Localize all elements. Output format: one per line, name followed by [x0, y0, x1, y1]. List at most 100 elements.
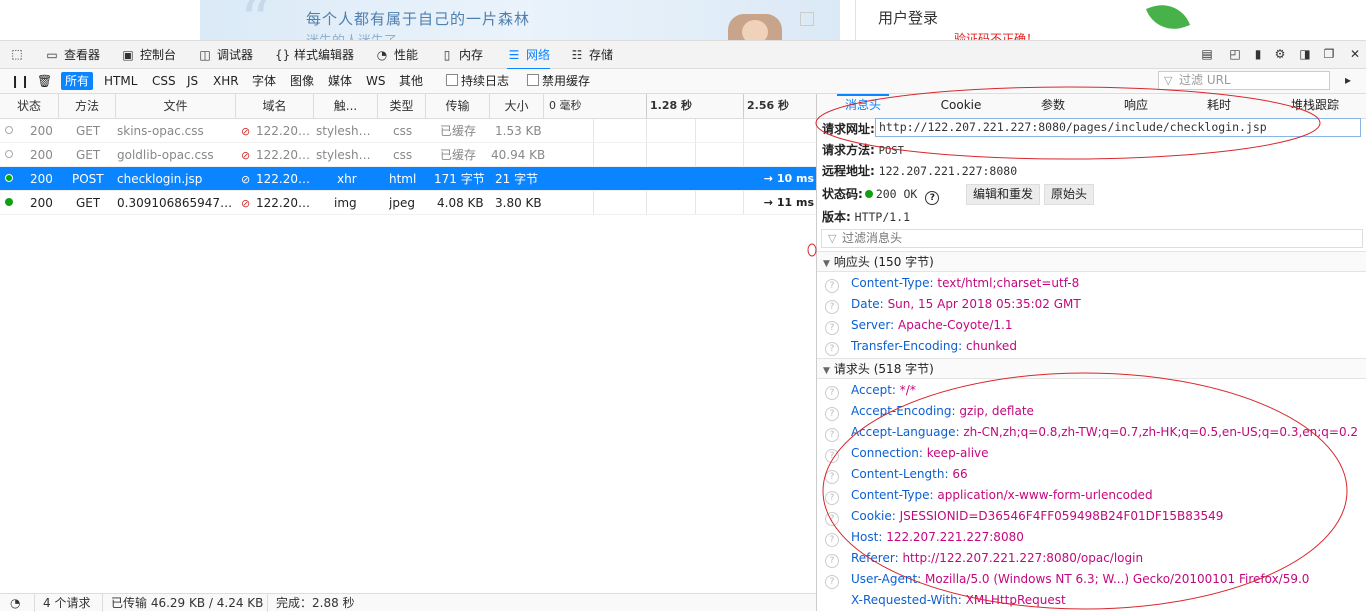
col-status[interactable]: 状态: [0, 94, 59, 118]
tick-1: 1.28 秒: [646, 94, 692, 118]
status-dot-icon: [864, 190, 873, 198]
network-icon: ☰: [508, 48, 520, 62]
filter-other[interactable]: 其他: [395, 72, 427, 90]
tab-response[interactable]: 响应: [1100, 94, 1172, 117]
help-icon[interactable]: ?: [825, 407, 839, 421]
raw-headers-button[interactable]: 原始头: [1044, 184, 1095, 205]
inspector-icon: ▭: [46, 48, 58, 62]
filter-html[interactable]: HTML: [100, 72, 141, 90]
request-row[interactable]: 200 GET 0.30910686594748... ⊘122.207.221…: [0, 191, 816, 215]
toggle-details-icon[interactable]: ▸: [1341, 73, 1355, 87]
clear-icon[interactable]: 🗑: [33, 72, 56, 90]
filter-js[interactable]: JS: [183, 72, 202, 90]
help-icon[interactable]: ?: [825, 386, 839, 400]
tab-inspector[interactable]: ▭ 查看器: [45, 41, 100, 69]
tab-memory[interactable]: ▯ 内存: [440, 41, 483, 69]
filter-ws[interactable]: WS: [362, 72, 389, 90]
col-cause[interactable]: 触...: [314, 94, 378, 118]
request-row[interactable]: 200 GET skins-opac.css ⊘122.207.221.227:…: [0, 119, 816, 143]
header-filter-input[interactable]: ▽ 过滤消息头: [821, 229, 1363, 248]
filter-all[interactable]: 所有: [61, 72, 94, 90]
request-row-selected[interactable]: 200 POST checklogin.jsp ⊘122.207.221.227…: [0, 167, 816, 191]
request-headers-section[interactable]: ▼ 请求头 (518 字节): [817, 358, 1366, 379]
request-method-row: 请求方法: POST: [822, 143, 904, 157]
filter-icon: ▽: [1164, 74, 1173, 87]
tab-style-editor[interactable]: {} 样式编辑器: [275, 41, 354, 69]
pick-element-icon[interactable]: ⬚: [10, 47, 24, 61]
help-icon[interactable]: ?: [825, 470, 839, 484]
col-type[interactable]: 类型: [378, 94, 426, 118]
filter-icon: ▽: [828, 232, 837, 245]
login-error: 验证码不正确！: [954, 32, 1039, 40]
insecure-lock-icon: ⊘: [241, 125, 251, 138]
login-title: 用户登录: [878, 9, 939, 27]
tab-timings[interactable]: 耗时: [1183, 94, 1255, 117]
split-console-icon[interactable]: ▤: [1200, 47, 1214, 61]
help-icon[interactable]: ?: [825, 575, 839, 589]
persist-log-checkbox[interactable]: 持续日志: [446, 74, 509, 88]
tab-network[interactable]: ☰ 网络: [507, 41, 551, 70]
tab-params[interactable]: 参数: [1017, 94, 1089, 117]
filter-fonts[interactable]: 字体: [248, 72, 280, 90]
request-details-panel: 消息头 Cookie 参数 响应 耗时 堆栈跟踪 请求网址: http://12…: [816, 94, 1366, 611]
filter-images[interactable]: 图像: [286, 72, 318, 90]
help-icon[interactable]: ?: [825, 512, 839, 526]
help-icon[interactable]: ?: [825, 321, 839, 335]
disable-cache-checkbox[interactable]: 禁用缓存: [527, 74, 590, 88]
tab-console[interactable]: ▣ 控制台: [121, 41, 176, 69]
cached-status-icon: [5, 150, 13, 158]
header-row: ? Host: 122.207.221.227:8080: [825, 527, 1024, 548]
dock-side-icon[interactable]: ◨: [1298, 47, 1312, 61]
help-icon[interactable]: ?: [925, 191, 940, 205]
tab-cookie[interactable]: Cookie: [925, 94, 997, 117]
tab-performance[interactable]: ◔ 性能: [375, 41, 418, 69]
col-size[interactable]: 大小: [490, 94, 544, 118]
responsive-mode-icon[interactable]: ◰: [1228, 47, 1242, 61]
transferred-total: 已传输 46.29 KB / 4.24 KB: [102, 594, 271, 612]
filter-media[interactable]: 媒体: [324, 72, 356, 90]
url-filter-input[interactable]: ▽ 过滤 URL: [1158, 71, 1330, 90]
remote-address-row: 远程地址: 122.207.221.227:8080: [822, 164, 1018, 178]
success-status-icon: [5, 198, 13, 206]
tab-stack-trace[interactable]: 堆栈跟踪: [1279, 94, 1351, 117]
close-icon[interactable]: ✕: [1348, 47, 1362, 61]
storage-icon: ☷: [571, 48, 583, 62]
tab-storage[interactable]: ☷ 存储: [570, 41, 613, 69]
success-status-icon: [5, 174, 13, 182]
col-transferred[interactable]: 传输: [426, 94, 490, 118]
devtools-toolbar: ⬚ ▭ 查看器 ▣ 控制台 ◫ 调试器 {} 样式编辑器 ◔ 性能 ▯ 内存 ☰ 网络 ☷ 存储…: [0, 40, 1366, 70]
screenshot-icon[interactable]: ▮: [1251, 47, 1265, 61]
performance-icon: ◔: [376, 48, 388, 62]
help-icon[interactable]: ?: [825, 428, 839, 442]
request-row[interactable]: 200 GET goldlib-opac.css ⊘122.207.221.22…: [0, 143, 816, 167]
header-row: ? User-Agent: Mozilla/5.0 (Windows NT 6.3…: [825, 569, 1309, 590]
tick-0: 0 毫秒: [549, 99, 582, 112]
edit-resend-button[interactable]: 编辑和重发: [966, 184, 1041, 205]
tab-headers[interactable]: 消息头: [827, 94, 899, 117]
col-file[interactable]: 文件: [116, 94, 236, 118]
collapse-triangle-icon: ▼: [823, 366, 830, 376]
help-icon[interactable]: ?: [825, 342, 839, 356]
tab-debugger[interactable]: ◫ 调试器: [198, 41, 253, 69]
filter-xhr[interactable]: XHR: [209, 72, 243, 90]
help-icon[interactable]: ?: [825, 491, 839, 505]
filter-css[interactable]: CSS: [148, 72, 180, 90]
col-domain[interactable]: 域名: [236, 94, 314, 118]
request-url-field[interactable]: http://122.207.221.227:8080/pages/includ…: [875, 118, 1361, 137]
col-method[interactable]: 方法: [59, 94, 116, 118]
pause-icon[interactable]: ❙❙: [6, 72, 34, 90]
performance-analysis-icon[interactable]: ◔: [2, 594, 28, 612]
cached-status-icon: [5, 126, 13, 134]
help-icon[interactable]: ?: [825, 533, 839, 547]
help-icon[interactable]: ?: [825, 300, 839, 314]
separate-window-icon[interactable]: ❐: [1322, 47, 1336, 61]
help-icon[interactable]: ?: [825, 279, 839, 293]
response-headers-section[interactable]: ▼ 响应头 (150 字节): [817, 251, 1366, 272]
gear-icon[interactable]: ⚙: [1273, 47, 1287, 61]
help-icon[interactable]: ?: [825, 554, 839, 568]
insecure-lock-icon: ⊘: [241, 197, 251, 210]
request-url-row: 请求网址:: [822, 122, 875, 136]
details-tabs: 消息头 Cookie 参数 响应 耗时 堆栈跟踪: [817, 94, 1366, 119]
console-icon: ▣: [122, 48, 134, 62]
help-icon[interactable]: ?: [825, 449, 839, 463]
